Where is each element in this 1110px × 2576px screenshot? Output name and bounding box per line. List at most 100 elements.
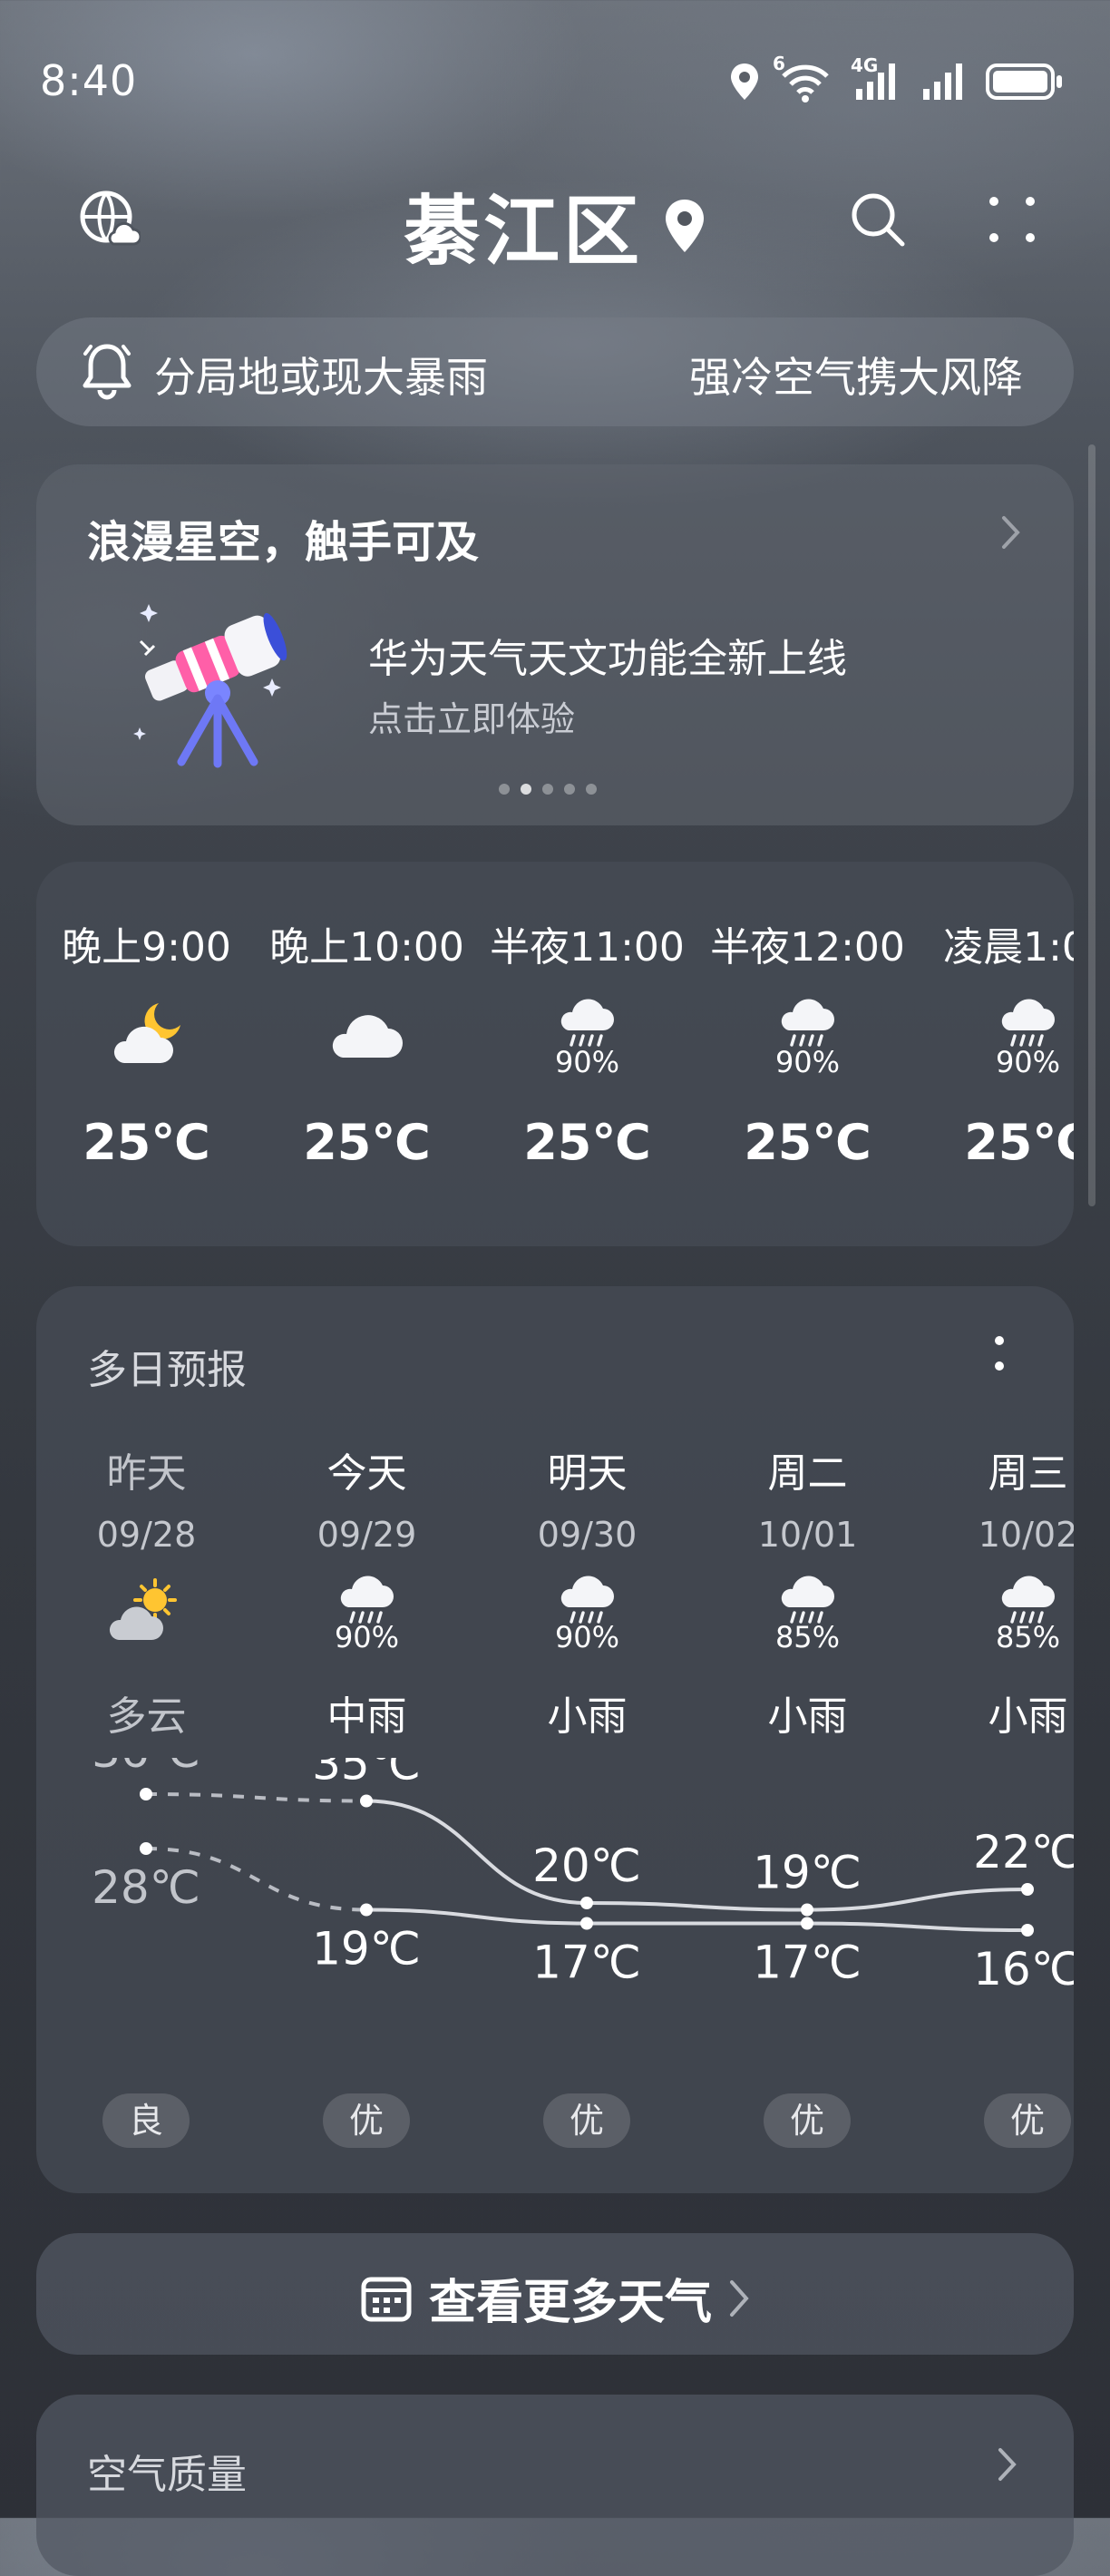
day-condition: 小雨 xyxy=(988,1693,1068,1740)
hour-time: 半夜11:00 xyxy=(490,924,685,971)
high-temp-label: 20℃ xyxy=(532,1839,641,1892)
day-date: 10/02 xyxy=(978,1515,1074,1555)
page-dot-active xyxy=(521,784,531,795)
precip-chance: 90% xyxy=(554,1620,620,1654)
scrollbar[interactable] xyxy=(1088,444,1095,1206)
day-condition: 小雨 xyxy=(547,1693,628,1740)
hour-item: 凌晨1:00 90% 25℃ xyxy=(918,914,1074,1171)
high-temp-label: 36℃ xyxy=(92,1758,200,1778)
low-temp-point xyxy=(801,1917,813,1930)
aqi-badge: 优 xyxy=(984,2093,1071,2148)
page-dot xyxy=(564,784,575,795)
high-temp-point xyxy=(1021,1883,1034,1896)
low-temp-label: 17℃ xyxy=(753,1937,862,1989)
precip-chance: 85% xyxy=(995,1620,1061,1654)
page-dot xyxy=(586,784,597,795)
air-quality-card[interactable]: 空气质量 xyxy=(36,2395,1074,2576)
low-temp-label: 19℃ xyxy=(312,1923,421,1976)
day-date: 09/30 xyxy=(537,1515,638,1555)
rain-icon xyxy=(560,999,614,1047)
day-date: 10/01 xyxy=(757,1515,858,1555)
alert-bell-icon xyxy=(83,344,131,400)
day-condition: 多云 xyxy=(106,1693,187,1740)
hour-time: 凌晨1:00 xyxy=(943,924,1074,971)
day-condition: 中雨 xyxy=(326,1693,407,1740)
hour-temp: 25℃ xyxy=(303,1114,431,1171)
hourly-forecast-card[interactable]: 晚上9:00 25℃ 晚上10:00 25℃ 半夜11:00 90% 25℃ 半… xyxy=(36,862,1074,1246)
page-dot xyxy=(499,784,510,795)
high-temp-point xyxy=(360,1794,373,1808)
day-item: 昨天 09/28 多云 xyxy=(36,1440,257,1742)
hour-item: 半夜12:00 90% 25℃ xyxy=(697,914,918,1171)
high-temp-label: 22℃ xyxy=(973,1826,1074,1878)
chevron-right-icon xyxy=(730,2279,749,2317)
location-pin-icon xyxy=(666,199,704,252)
hour-item: 晚上9:00 25℃ xyxy=(36,914,257,1171)
precip-chance: 85% xyxy=(774,1620,841,1654)
hour-temp: 25℃ xyxy=(83,1114,210,1171)
day-item: 明天 09/30 90% 小雨 xyxy=(477,1440,697,1742)
weather-alert-ticker[interactable]: 分局地或现大暴雨 强冷空气携大风降 xyxy=(36,317,1074,426)
location-status-icon xyxy=(731,63,758,100)
day-item: 周三 10/02 85% 小雨 xyxy=(918,1440,1074,1742)
promo-title: 浪漫星空，触手可及 xyxy=(87,517,480,568)
status-time: 8:40 xyxy=(40,56,138,105)
page-dot xyxy=(542,784,553,795)
aqi-badge: 优 xyxy=(543,2093,630,2148)
precip-chance: 90% xyxy=(995,1045,1061,1079)
promo-banner[interactable]: 浪漫星空，触手可及 华为天气天文功能全新上线 点击立即体验 xyxy=(36,464,1074,825)
status-icons: 6 4G xyxy=(729,53,1065,105)
precip-chance: 90% xyxy=(334,1620,400,1654)
moon-cloud-icon xyxy=(113,1003,180,1063)
day-name: 周三 xyxy=(988,1450,1068,1497)
air-quality-title: 空气质量 xyxy=(87,2452,247,2498)
precip-chance: 90% xyxy=(774,1045,841,1079)
temperature-trend-chart: 36℃ 28℃ 35℃ 19℃ 20℃ 17℃ 19℃ 17℃ 22℃ 16℃ xyxy=(92,1758,1074,1995)
day-name: 明天 xyxy=(547,1450,628,1497)
rain-icon xyxy=(781,999,834,1047)
day-name: 今天 xyxy=(326,1450,407,1497)
high-temp-point xyxy=(801,1903,813,1917)
low-temp-point xyxy=(580,1917,593,1930)
battery-icon xyxy=(986,63,1062,100)
promo-subline: 点击立即体验 xyxy=(368,699,576,739)
high-temp-point xyxy=(580,1897,593,1909)
aqi-badge: 良 xyxy=(102,2093,190,2148)
hour-temp: 25℃ xyxy=(744,1114,871,1171)
more-weather-label: 查看更多天气 xyxy=(428,2276,712,2330)
hour-temp: 25℃ xyxy=(523,1114,651,1171)
cell-signal-4g-icon: 4G xyxy=(851,54,905,103)
low-temp-point xyxy=(360,1903,373,1917)
aqi-badge: 优 xyxy=(764,2093,851,2148)
chevron-right-icon xyxy=(998,2448,1017,2481)
promo-page-indicator xyxy=(499,784,597,795)
vertical-more-icon[interactable] xyxy=(990,1332,1008,1377)
hour-item: 半夜11:00 90% 25℃ xyxy=(477,914,697,1171)
more-dots-icon xyxy=(989,197,1035,242)
low-temp-label: 28℃ xyxy=(92,1861,200,1914)
rain-icon xyxy=(1001,999,1055,1047)
city-name[interactable]: 綦江区 xyxy=(404,171,643,280)
high-temp-point xyxy=(140,1788,152,1800)
aqi-badge: 优 xyxy=(323,2093,410,2148)
daily-forecast-card[interactable]: 多日预报 昨天 09/28 多云 今天 09/29 90% 中雨 明天 09/3… xyxy=(36,1286,1074,2193)
alert-text-1: 分局地或现大暴雨 xyxy=(154,353,488,402)
low-temp-label: 16℃ xyxy=(973,1943,1074,1995)
search-icon xyxy=(852,193,905,247)
calendar-icon xyxy=(361,2277,412,2321)
more-menu-button[interactable] xyxy=(976,183,1048,256)
promo-headline: 华为天气天文功能全新上线 xyxy=(368,636,847,682)
daily-forecast-title: 多日预报 xyxy=(87,1347,247,1393)
wifi-icon: 6 xyxy=(773,53,834,103)
precip-chance: 90% xyxy=(554,1045,620,1079)
high-temp-line xyxy=(365,1799,1028,1912)
wifi-badge: 6 xyxy=(773,53,785,74)
high-temp-label: 19℃ xyxy=(753,1847,862,1899)
more-weather-button[interactable]: 查看更多天气 xyxy=(36,2233,1074,2355)
hour-time: 晚上10:00 xyxy=(269,924,464,971)
hour-time: 晚上9:00 xyxy=(62,924,231,971)
search-button[interactable] xyxy=(842,183,914,256)
chevron-right-icon xyxy=(1002,516,1020,549)
day-condition: 小雨 xyxy=(767,1693,848,1740)
day-date: 09/28 xyxy=(96,1515,197,1555)
